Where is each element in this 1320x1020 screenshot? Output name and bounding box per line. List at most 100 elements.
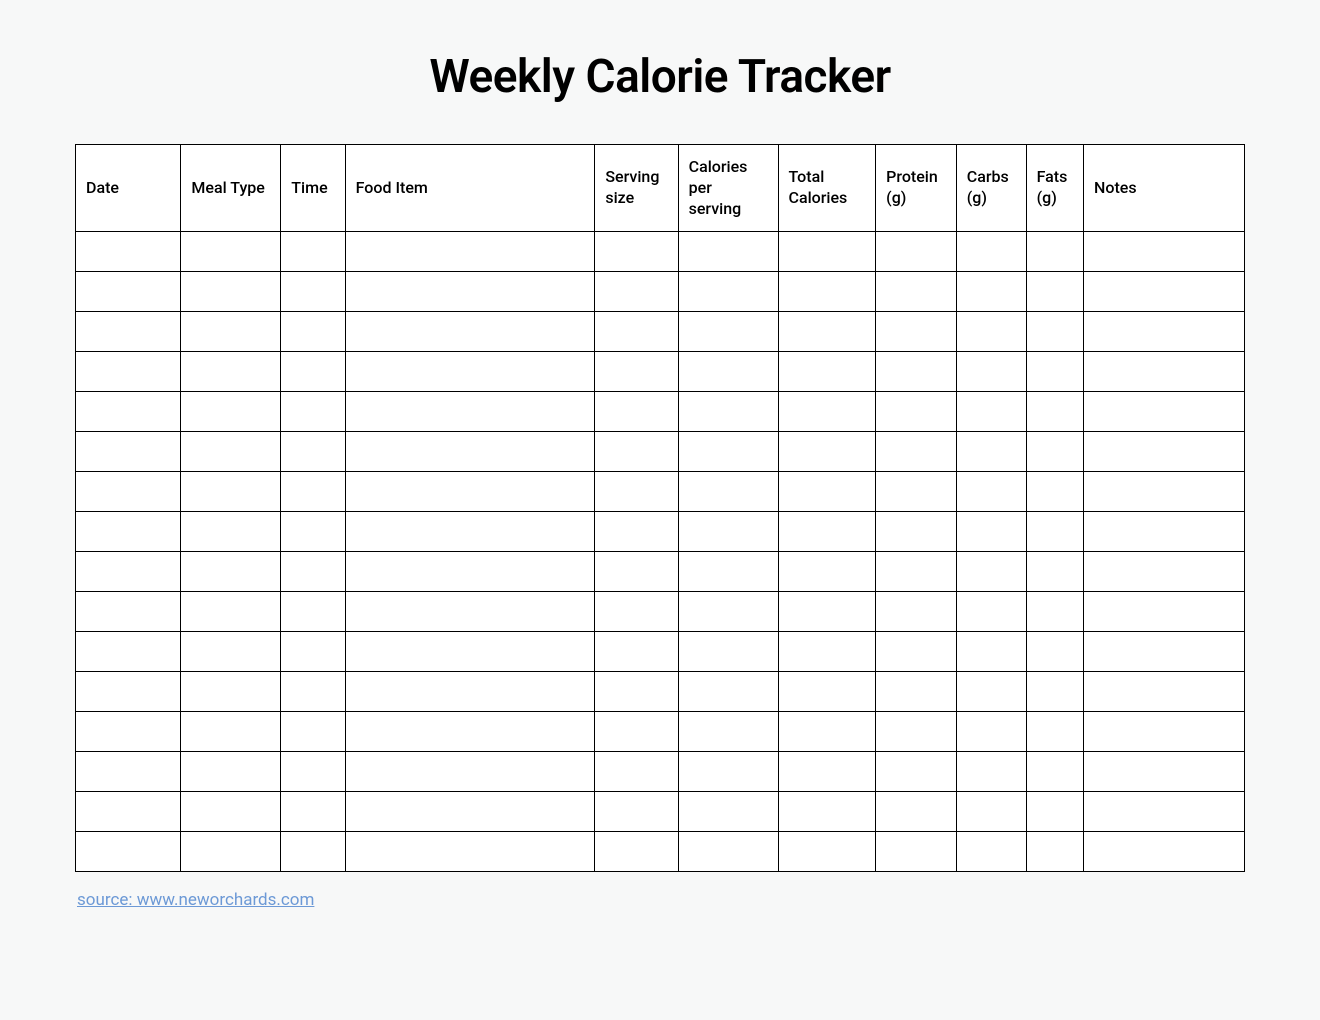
cell-meal_type [181,392,281,432]
cell-fats [1026,232,1083,272]
cell-calories_per_serving [678,712,778,752]
cell-calories_per_serving [678,832,778,872]
cell-calories_per_serving [678,512,778,552]
cell-calories_per_serving [678,232,778,272]
cell-serving_size [595,672,678,712]
table-row [76,472,1245,512]
col-header-food-item: Food Item [345,145,595,232]
cell-calories_per_serving [678,272,778,312]
cell-carbs [956,552,1026,592]
cell-time [281,432,345,472]
cell-calories_per_serving [678,552,778,592]
col-header-total-calories: Total Calories [778,145,876,232]
cell-time [281,632,345,672]
cell-date [76,552,181,592]
cell-time [281,352,345,392]
cell-serving_size [595,792,678,832]
cell-total_calories [778,832,876,872]
cell-total_calories [778,432,876,472]
cell-food_item [345,552,595,592]
cell-time [281,672,345,712]
col-header-calories-per-serving: Calories per serving [678,145,778,232]
cell-notes [1084,792,1245,832]
cell-serving_size [595,232,678,272]
cell-meal_type [181,832,281,872]
cell-calories_per_serving [678,312,778,352]
table-header-row: Date Meal Type Time Food Item Serving si… [76,145,1245,232]
cell-notes [1084,392,1245,432]
cell-serving_size [595,832,678,872]
cell-protein [876,392,957,432]
source-link[interactable]: source: www.neworchards.com [77,890,314,910]
cell-serving_size [595,592,678,632]
table-row [76,272,1245,312]
cell-food_item [345,592,595,632]
cell-date [76,712,181,752]
cell-protein [876,552,957,592]
cell-protein [876,832,957,872]
calorie-tracker-table: Date Meal Type Time Food Item Serving si… [75,144,1245,872]
cell-fats [1026,632,1083,672]
col-header-protein: Protein (g) [876,145,957,232]
cell-total_calories [778,512,876,552]
cell-fats [1026,832,1083,872]
cell-food_item [345,312,595,352]
cell-protein [876,512,957,552]
cell-serving_size [595,272,678,312]
cell-total_calories [778,712,876,752]
table-row [76,712,1245,752]
cell-serving_size [595,352,678,392]
cell-fats [1026,672,1083,712]
col-header-date: Date [76,145,181,232]
cell-carbs [956,632,1026,672]
cell-date [76,752,181,792]
cell-meal_type [181,632,281,672]
cell-total_calories [778,672,876,712]
cell-time [281,752,345,792]
table-row [76,232,1245,272]
cell-carbs [956,832,1026,872]
cell-serving_size [595,392,678,432]
table-row [76,672,1245,712]
cell-date [76,232,181,272]
cell-total_calories [778,272,876,312]
cell-total_calories [778,472,876,512]
cell-serving_size [595,472,678,512]
cell-fats [1026,592,1083,632]
table-row [76,392,1245,432]
cell-calories_per_serving [678,752,778,792]
cell-calories_per_serving [678,632,778,672]
cell-carbs [956,312,1026,352]
table-row [76,632,1245,672]
cell-fats [1026,432,1083,472]
table-row [76,512,1245,552]
col-header-carbs: Carbs (g) [956,145,1026,232]
cell-food_item [345,472,595,512]
table-row [76,832,1245,872]
cell-notes [1084,832,1245,872]
cell-carbs [956,352,1026,392]
cell-serving_size [595,552,678,592]
cell-serving_size [595,752,678,792]
cell-date [76,672,181,712]
cell-notes [1084,512,1245,552]
cell-date [76,432,181,472]
cell-time [281,512,345,552]
cell-time [281,272,345,312]
cell-calories_per_serving [678,792,778,832]
cell-protein [876,712,957,752]
cell-fats [1026,512,1083,552]
table-row [76,792,1245,832]
cell-date [76,832,181,872]
cell-protein [876,232,957,272]
cell-protein [876,272,957,312]
cell-fats [1026,392,1083,432]
cell-carbs [956,472,1026,512]
table-row [76,312,1245,352]
cell-notes [1084,752,1245,792]
cell-calories_per_serving [678,672,778,712]
cell-carbs [956,432,1026,472]
cell-date [76,512,181,552]
cell-food_item [345,832,595,872]
cell-carbs [956,392,1026,432]
